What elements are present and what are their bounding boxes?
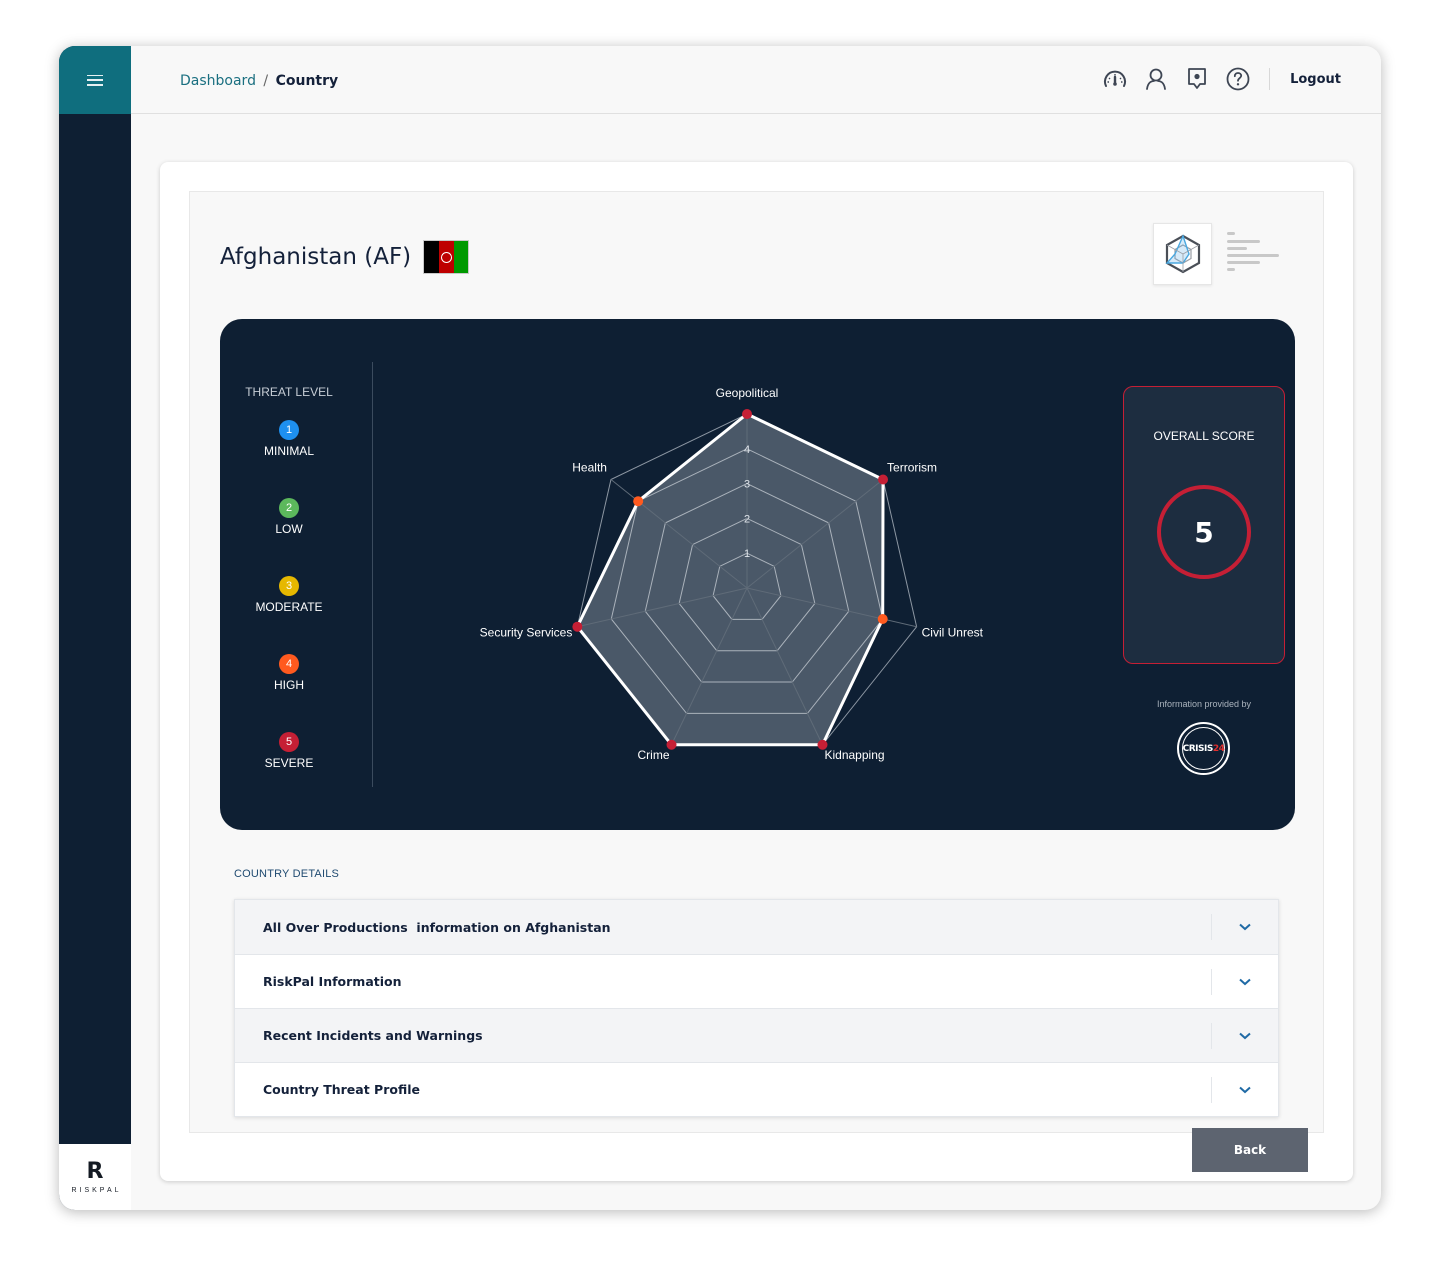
accordion-item-recent-incidents[interactable]: Recent Incidents and Warnings bbox=[235, 1008, 1278, 1062]
country-details-accordion: All Over Productions information on Afgh… bbox=[234, 899, 1279, 1117]
location-pin-icon[interactable] bbox=[1184, 66, 1210, 92]
user-profile-icon[interactable] bbox=[1143, 66, 1169, 92]
accordion-item-country-threat-profile[interactable]: Country Threat Profile bbox=[235, 1062, 1278, 1116]
accordion-item-riskpal-information[interactable]: RiskPal Information bbox=[235, 954, 1278, 1008]
page-title: Afghanistan (AF) bbox=[220, 240, 470, 274]
crisis24-logo-word: CRISIS bbox=[1182, 743, 1214, 754]
breadcrumb-dashboard-link[interactable]: Dashboard bbox=[180, 73, 256, 89]
accordion-title: Country Threat Profile bbox=[263, 1082, 420, 1097]
breadcrumb-current: Country bbox=[275, 73, 339, 89]
crisis24-logo: CRISIS 24 bbox=[1177, 722, 1230, 775]
radar-data-point bbox=[742, 409, 752, 419]
logout-button[interactable]: Logout bbox=[1290, 72, 1341, 87]
chevron-down-icon[interactable] bbox=[1238, 1083, 1252, 1097]
top-nav-divider bbox=[1269, 68, 1271, 90]
radar-data-point bbox=[633, 496, 644, 507]
country-name: Afghanistan (AF) bbox=[220, 244, 412, 270]
radar-axis-label: Terrorism bbox=[887, 461, 937, 475]
overall-score-value: 5 bbox=[1157, 485, 1251, 579]
riskpal-logo: R RISKPAL bbox=[59, 1144, 131, 1210]
radar-tick-label: 2 bbox=[744, 513, 750, 525]
crisis24-logo-number: 24 bbox=[1212, 743, 1225, 754]
list-view-toggle[interactable] bbox=[1224, 232, 1280, 278]
breadcrumb-separator: / bbox=[263, 73, 269, 89]
radar-tick-label: 3 bbox=[744, 479, 750, 491]
chevron-down-icon[interactable] bbox=[1238, 920, 1252, 934]
help-icon[interactable] bbox=[1225, 66, 1251, 92]
radar-data-point bbox=[572, 621, 583, 632]
threat-overview-panel: THREAT LEVEL 1 MINIMAL 2 LOW 3 MODERATE bbox=[220, 319, 1295, 830]
accordion-divider bbox=[1211, 969, 1212, 995]
chevron-down-icon[interactable] bbox=[1238, 1029, 1252, 1043]
country-details-label: COUNTRY DETAILS bbox=[234, 868, 340, 880]
radar-data-point bbox=[878, 474, 889, 485]
overall-score-title: OVERALL SCORE bbox=[1153, 429, 1255, 443]
menu-button[interactable] bbox=[59, 46, 131, 114]
radar-chart-icon bbox=[1164, 234, 1200, 274]
provider-caption: Information provided by bbox=[1156, 699, 1252, 709]
radar-axis-label: Security Services bbox=[480, 626, 573, 640]
flag-stripe-black bbox=[424, 241, 439, 273]
radar-view-toggle[interactable] bbox=[1153, 223, 1212, 285]
radar-tick-label: 4 bbox=[744, 444, 750, 456]
hamburger-menu-icon bbox=[87, 74, 103, 86]
back-button[interactable]: Back bbox=[1192, 1128, 1308, 1172]
country-panel: Afghanistan (AF) THREAT LEVEL 1 MINIMAL … bbox=[189, 191, 1324, 1133]
accordion-divider bbox=[1211, 914, 1212, 940]
overall-score-card: OVERALL SCORE 5 bbox=[1123, 386, 1285, 664]
radar-axis-label: Geopolitical bbox=[716, 386, 779, 400]
accordion-title: Recent Incidents and Warnings bbox=[263, 1028, 483, 1043]
radar-axis-label: Health bbox=[572, 461, 607, 475]
top-nav-icons: Logout bbox=[1087, 66, 1341, 92]
radar-data-point bbox=[877, 613, 888, 624]
app-window: R RISKPAL Dashboard / Country Logout Afg… bbox=[59, 46, 1381, 1210]
chevron-down-icon[interactable] bbox=[1238, 975, 1252, 989]
radar-tick-label: 1 bbox=[744, 548, 750, 560]
riskpal-logo-mark: R bbox=[86, 1158, 104, 1184]
top-bar: Dashboard / Country Logout bbox=[131, 46, 1381, 114]
accordion-title: All Over Productions information on Afgh… bbox=[263, 919, 611, 935]
accordion-title: RiskPal Information bbox=[263, 974, 402, 989]
country-flag bbox=[423, 240, 470, 274]
accordion-divider bbox=[1211, 1023, 1212, 1049]
sidebar: R RISKPAL bbox=[59, 46, 131, 1210]
accordion-item-all-over-productions[interactable]: All Over Productions information on Afgh… bbox=[235, 900, 1278, 954]
radar-axis-label: Kidnapping bbox=[824, 748, 884, 762]
radar-data-area bbox=[577, 414, 884, 745]
riskpal-logo-text: RISKPAL bbox=[71, 1186, 122, 1194]
breadcrumb: Dashboard / Country bbox=[180, 73, 338, 89]
country-card: Afghanistan (AF) THREAT LEVEL 1 MINIMAL … bbox=[160, 162, 1353, 1181]
flag-stripe-green bbox=[453, 241, 469, 273]
radar-axis-label: Crime bbox=[638, 748, 670, 762]
dashboard-gauge-icon[interactable] bbox=[1102, 66, 1128, 92]
radar-axis-label: Civil Unrest bbox=[922, 626, 984, 640]
accordion-divider bbox=[1211, 1077, 1212, 1103]
